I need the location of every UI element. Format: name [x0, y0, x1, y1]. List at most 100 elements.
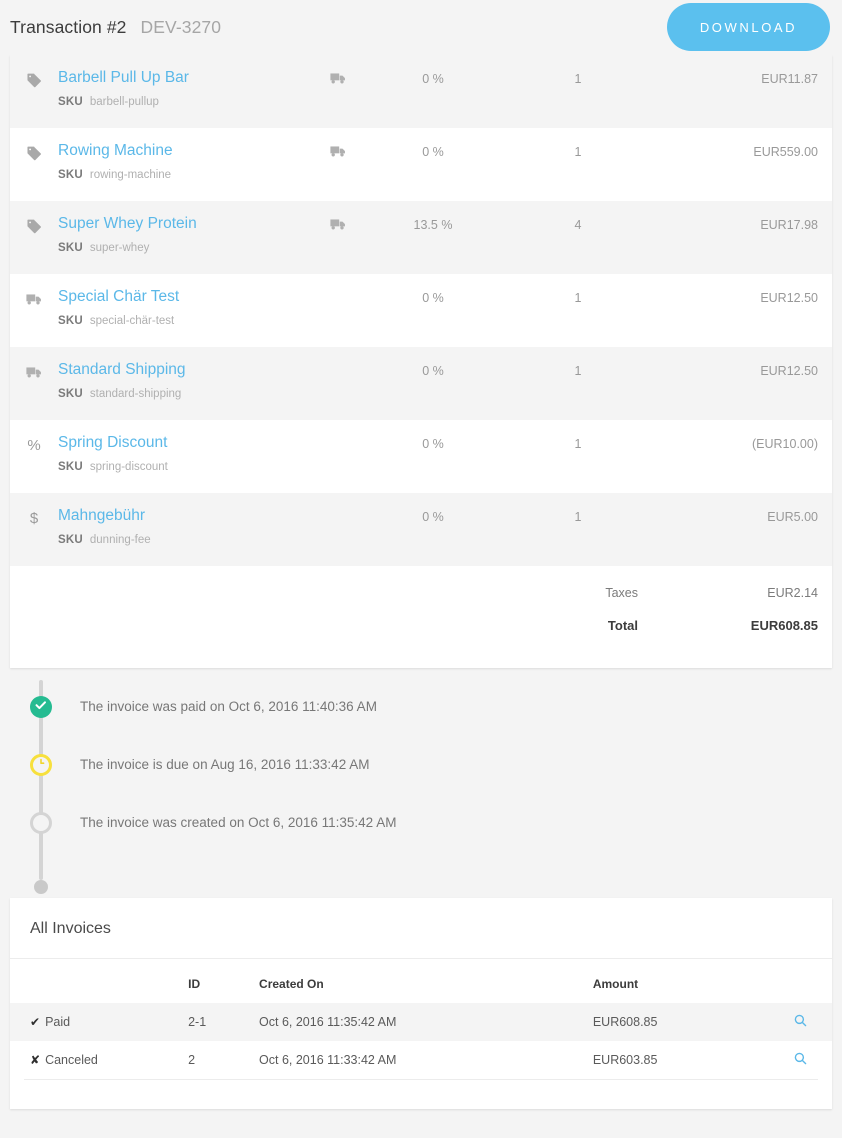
line-item-type-icon	[10, 215, 58, 236]
invoice-status-label: Canceled	[45, 1053, 98, 1067]
invoice-row[interactable]: ✔Paid2-1Oct 6, 2016 11:35:42 AMEUR608.85	[10, 1003, 832, 1041]
line-item-sku: SKUdunning-fee	[58, 533, 318, 547]
sku-label: SKU	[58, 96, 83, 108]
line-item-quantity: 1	[508, 142, 648, 159]
line-item-tax: 0 %	[358, 142, 508, 159]
line-item-row: Rowing MachineSKUrowing-machine0 %1EUR55…	[10, 128, 832, 201]
taxes-label: Taxes	[478, 586, 648, 600]
invoice-view-action[interactable]	[769, 1003, 832, 1041]
invoice-detail-page: Transaction #2 DEV-3270 DOWNLOAD Barbell…	[0, 0, 842, 1138]
timeline-marker	[30, 812, 52, 834]
truck-icon	[330, 145, 346, 162]
line-item-tax: 0 %	[358, 507, 508, 524]
truck-icon	[330, 72, 346, 89]
download-button[interactable]: DOWNLOAD	[667, 3, 830, 51]
invoice-status: ✔Paid	[10, 1003, 182, 1041]
sku-value: spring-discount	[90, 461, 168, 473]
invoice-status: ✘ Canceled	[10, 1041, 182, 1079]
line-item-amount: EUR5.00	[648, 507, 818, 524]
line-item-name[interactable]: Mahngebühr	[58, 507, 318, 525]
search-icon[interactable]	[794, 1052, 807, 1068]
line-item-sku: SKU rowing-machine	[58, 168, 318, 182]
search-icon[interactable]	[794, 1014, 807, 1030]
invoices-table-body: ✔Paid2-1Oct 6, 2016 11:35:42 AMEUR608.85…	[10, 1003, 832, 1079]
timeline-text: The invoice is due on Aug 16, 2016 11:33…	[10, 754, 369, 776]
line-item-type-icon	[10, 69, 58, 90]
line-item-info: Special Chär TestSKUspecial-chär-test	[58, 288, 318, 328]
line-item-amount: EUR11.87	[648, 69, 818, 86]
line-item-name[interactable]: Spring Discount	[58, 434, 318, 452]
x-icon: ✘	[30, 1053, 40, 1067]
sku-value: rowing-machine	[90, 169, 171, 181]
line-item-type-icon	[10, 361, 58, 382]
line-item-row: Super Whey ProteinSKUsuper-whey13.5 %4EU…	[10, 201, 832, 274]
timeline-end-dot	[34, 880, 48, 894]
tag-icon	[27, 72, 42, 89]
line-item-amount: EUR12.50	[648, 361, 818, 378]
line-item-name[interactable]: Special Chär Test	[58, 288, 318, 306]
invoice-id: 2	[182, 1041, 253, 1079]
invoice-amount: EUR603.85	[587, 1041, 770, 1079]
line-item-quantity: 1	[508, 69, 648, 86]
line-item-shipping-flag	[318, 69, 358, 90]
line-item-sku: SKUspring-discount	[58, 460, 318, 474]
sku-label: SKU	[58, 388, 83, 400]
invoices-table-header-row: ID Created On Amount	[10, 959, 832, 1003]
line-items-card: Barbell Pull Up BarSKUbarbell-pullup0 %1…	[10, 55, 832, 668]
sku-value: barbell-pullup	[90, 96, 159, 108]
sku-label: SKU	[58, 534, 83, 546]
line-item-type-icon: $	[10, 507, 58, 528]
line-item-info: Rowing Machine SKU rowing-machine	[58, 142, 318, 182]
truck-icon	[330, 218, 346, 235]
line-item-amount: EUR17.98	[648, 215, 818, 232]
line-item-name[interactable]: Rowing Machine	[58, 142, 318, 160]
taxes-row: Taxes EUR2.14	[10, 576, 818, 609]
invoices-table: ID Created On Amount ✔Paid2-1Oct 6, 2016…	[10, 959, 832, 1079]
invoice-id: 2-1	[182, 1003, 253, 1041]
line-item-shipping-flag	[318, 142, 358, 163]
sku-label: SKU	[58, 169, 83, 181]
line-items-list: Barbell Pull Up BarSKUbarbell-pullup0 %1…	[10, 55, 832, 566]
line-item-info: Spring Discount SKUspring-discount	[58, 434, 318, 474]
line-item-info: Standard Shipping SKUstandard-shipping	[58, 361, 318, 401]
line-item-type-icon: %	[10, 434, 58, 455]
line-item-sku: SKU barbell-pullup	[58, 95, 318, 109]
line-item-tax: 0 %	[358, 361, 508, 378]
sku-label: SKU	[58, 315, 83, 327]
line-item-quantity: 1	[508, 434, 648, 451]
line-item-amount: EUR12.50	[648, 288, 818, 305]
totals-section: Taxes EUR2.14 Total EUR608.85	[10, 566, 832, 668]
dollar-icon: $	[30, 511, 38, 527]
percent-icon: %	[27, 438, 40, 454]
timeline-text: The invoice was created on Oct 6, 2016 1…	[10, 812, 396, 834]
clock-icon	[35, 756, 47, 774]
line-item-name[interactable]: Barbell Pull Up Bar	[58, 69, 318, 87]
column-action	[769, 959, 832, 1003]
invoice-row[interactable]: ✘Canceled2Oct 6, 2016 11:33:42 AMEUR603.…	[10, 1041, 832, 1079]
timeline-text: The invoice was paid on Oct 6, 2016 11:4…	[10, 696, 377, 718]
transaction-reference: DEV-3270	[141, 17, 222, 38]
check-icon: ✔	[30, 1015, 40, 1029]
line-item-name[interactable]: Standard Shipping	[58, 361, 318, 379]
line-item-amount: (EUR10.00)	[648, 434, 818, 451]
invoice-created-on: Oct 6, 2016 11:35:42 AM	[253, 1003, 587, 1041]
line-item-row: $ Mahngebühr SKUdunning-fee 0 %1EUR5.00	[10, 493, 832, 566]
line-item-info: Mahngebühr SKUdunning-fee	[58, 507, 318, 547]
total-row: Total EUR608.85	[10, 609, 818, 642]
column-status	[10, 959, 182, 1003]
line-item-sku: SKUstandard-shipping	[58, 387, 318, 401]
line-item-row: Special Chär TestSKUspecial-chär-test0 %…	[10, 274, 832, 347]
column-amount: Amount	[587, 959, 770, 1003]
line-item-row: Standard Shipping SKUstandard-shipping 0 %…	[10, 347, 832, 420]
line-item-quantity: 1	[508, 507, 648, 524]
invoice-view-action[interactable]	[769, 1041, 832, 1079]
timeline-marker	[30, 754, 52, 776]
all-invoices-title: All Invoices	[10, 898, 832, 959]
line-item-type-icon	[10, 288, 58, 309]
column-created-on: Created On	[253, 959, 587, 1003]
line-item-sku: SKUsuper-whey	[58, 241, 318, 255]
line-item-tax: 0 %	[358, 434, 508, 451]
tag-icon	[27, 218, 42, 235]
line-item-quantity: 4	[508, 215, 648, 232]
line-item-name[interactable]: Super Whey Protein	[58, 215, 318, 233]
